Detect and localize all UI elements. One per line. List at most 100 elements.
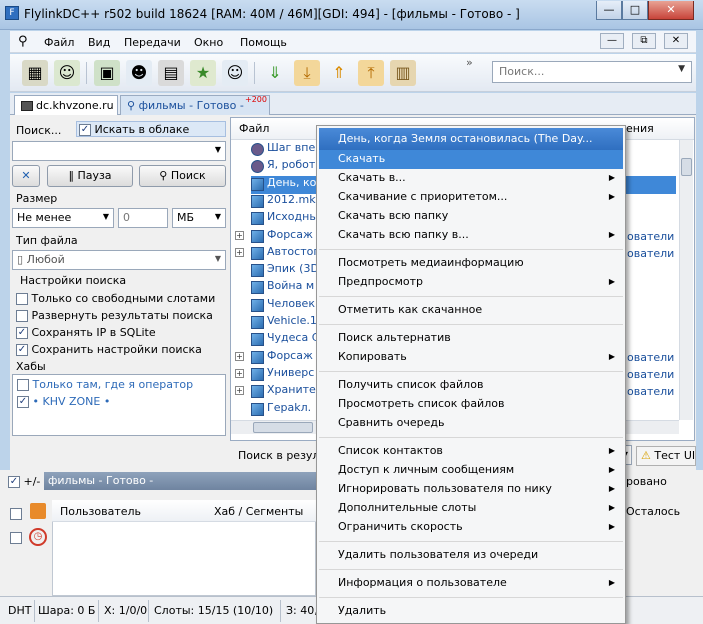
expand-icon[interactable]: + [235, 351, 244, 361]
menu-item[interactable]: Удалить [319, 602, 623, 621]
chevron-down-icon[interactable]: ▼ [215, 145, 221, 154]
finished-downloads-icon[interactable]: ⤓ [294, 60, 320, 86]
favorite-users-icon[interactable]: ☺ [54, 60, 80, 86]
menu-item[interactable]: Просмотреть список файлов [319, 395, 623, 414]
menu-item[interactable]: Предпросмотр ▶ [319, 273, 623, 292]
recent-hubs-icon[interactable]: ▤ [158, 60, 184, 86]
menu-view[interactable]: Вид [88, 36, 110, 49]
pause-button[interactable]: ‖ Пауза [47, 165, 133, 187]
expand-icon[interactable]: + [235, 368, 244, 378]
menu-item[interactable]: Скачать в... ▶ [319, 169, 623, 188]
public-hubs-icon[interactable]: ▦ [22, 60, 48, 86]
menu-file[interactable]: Файл [44, 36, 74, 49]
status-dht: DHT [8, 604, 32, 617]
expand-icon[interactable]: + [235, 386, 244, 396]
mdi-restore-button[interactable]: ⧉ [632, 33, 656, 49]
favorites-icon[interactable]: ★ [190, 60, 216, 86]
menu-item[interactable]: Удалить пользователя из очереди [319, 546, 623, 565]
user-icon[interactable]: ☺ [222, 60, 248, 86]
cloud-search-option[interactable]: ✓ Искать в облаке [76, 121, 226, 137]
search-icon: ⚲ [18, 34, 28, 49]
users-icon[interactable]: ☻ [126, 60, 152, 86]
tab-search[interactable]: ⚲ фильмы - Готово - +200 [120, 95, 270, 115]
hub-operator-checkbox[interactable] [17, 379, 29, 391]
upload-queue-icon[interactable]: ⇑ [326, 60, 352, 86]
menu-item[interactable]: Копировать ▶ [319, 348, 623, 367]
size-value-input[interactable]: 0 [118, 208, 168, 228]
mdi-close-button[interactable]: ✕ [664, 33, 688, 49]
scroll-thumb[interactable] [681, 158, 692, 176]
test-ui-button[interactable]: ⚠ Тест UI [636, 446, 696, 466]
menu-item[interactable]: Посмотреть медиаинформацию [319, 254, 623, 273]
queue-toggle-checkbox[interactable]: ✓ [8, 476, 20, 488]
option-free-slots[interactable]: Только со свободными слотами [16, 292, 215, 305]
row-checkbox-1[interactable] [10, 507, 22, 520]
mdi-minimize-button[interactable]: — [600, 33, 624, 49]
minimize-button[interactable]: — [596, 1, 622, 20]
hub-item-operator[interactable]: Только там, где я оператор [17, 378, 193, 391]
menu-item[interactable]: Скачивание с приоритетом... ▶ [319, 188, 623, 207]
row-checkbox-2[interactable] [10, 531, 22, 544]
menu-item[interactable]: Игнорировать пользователя по нику ▶ [319, 480, 623, 499]
menu-item[interactable]: Скачать [319, 150, 623, 169]
cloud-search-checkbox[interactable]: ✓ [79, 124, 91, 136]
queue-toggle[interactable]: ✓ +/- [8, 475, 40, 488]
tab-badge: +200 [245, 95, 267, 104]
free-slots-checkbox[interactable] [16, 293, 28, 305]
menu-item[interactable]: Дополнительные слоты ▶ [319, 499, 623, 518]
menu-item[interactable]: Список контактов ▶ [319, 442, 623, 461]
file-list-icon[interactable]: ▥ [390, 60, 416, 86]
connect-icon[interactable]: ▣ [94, 60, 120, 86]
column-right[interactable]: ения [626, 122, 654, 135]
menu-item[interactable]: Получить список файлов [319, 376, 623, 395]
menu-help[interactable]: Помощь [240, 36, 287, 49]
clear-button[interactable]: ✕ [12, 165, 40, 187]
expand-icon[interactable]: + [235, 247, 244, 257]
tab-hub[interactable]: dc.khvzone.ru [14, 95, 118, 115]
quick-search-input[interactable]: Поиск... ▼ [492, 61, 692, 83]
column-remaining[interactable]: Осталось [626, 505, 680, 518]
chevron-down-icon[interactable]: ▼ [215, 254, 221, 263]
search-in-results-label: Поиск в резуль [238, 449, 326, 462]
hscroll-thumb[interactable] [253, 422, 313, 433]
column-file[interactable]: Файл [239, 122, 269, 135]
menu-item[interactable]: Сравнить очередь [319, 414, 623, 433]
chevron-down-icon[interactable]: ▼ [103, 212, 109, 221]
size-unit-select[interactable]: МБ ▼ [172, 208, 226, 228]
result-name: Исходны [267, 210, 318, 224]
menu-transfers[interactable]: Передачи [124, 36, 181, 49]
vertical-scrollbar[interactable] [679, 140, 693, 420]
save-settings-checkbox[interactable]: ✓ [16, 344, 28, 356]
toolbar-overflow-icon[interactable]: » [466, 56, 473, 69]
download-queue-icon[interactable]: ⇓ [262, 60, 288, 86]
menu-item[interactable]: Поиск альтернатив [319, 329, 623, 348]
menu-item[interactable]: Доступ к личным сообщениям ▶ [319, 461, 623, 480]
menu-item-label: Информация о пользователе [338, 576, 507, 589]
hub-khvzone-checkbox[interactable]: ✓ [17, 396, 29, 408]
option-save-ip[interactable]: ✓ Сохранять IP в SQLite [16, 326, 156, 339]
column-user[interactable]: Пользователь [60, 505, 141, 518]
close-button[interactable]: ✕ [648, 1, 694, 20]
size-mode-select[interactable]: Не менее ▼ [12, 208, 114, 228]
option-expand-results[interactable]: Развернуть результаты поиска [16, 309, 213, 322]
column-hub[interactable]: Хаб / Сегменты [214, 505, 303, 518]
expand-results-checkbox[interactable] [16, 310, 28, 322]
menu-item[interactable]: Скачать всю папку [319, 207, 623, 226]
hub-item-khvzone[interactable]: ✓ • KHV ZONE • [17, 395, 110, 408]
finished-uploads-icon[interactable]: ⤒ [358, 60, 384, 86]
menu-item[interactable]: Информация о пользователе ▶ [319, 574, 623, 593]
chevron-down-icon[interactable]: ▼ [678, 64, 685, 74]
filetype-select[interactable]: ▯ Любой ▼ [12, 250, 226, 270]
menu-item[interactable]: Отметить как скачанное [319, 301, 623, 320]
expand-icon[interactable]: + [235, 230, 244, 240]
menu-item[interactable]: Скачать всю папку в... ▶ [319, 226, 623, 245]
search-query-combo[interactable]: ▼ [12, 141, 226, 161]
option-save-settings[interactable]: ✓ Сохранить настройки поиска [16, 343, 202, 356]
menu-item[interactable]: Ограничить скорость ▶ [319, 518, 623, 537]
menu-item-label: Скачать в... [338, 171, 406, 184]
menu-window[interactable]: Окно [194, 36, 223, 49]
search-button[interactable]: ⚲ Поиск [139, 165, 226, 187]
chevron-down-icon[interactable]: ▼ [215, 212, 221, 221]
maximize-button[interactable]: □ [622, 1, 648, 20]
save-ip-checkbox[interactable]: ✓ [16, 327, 28, 339]
